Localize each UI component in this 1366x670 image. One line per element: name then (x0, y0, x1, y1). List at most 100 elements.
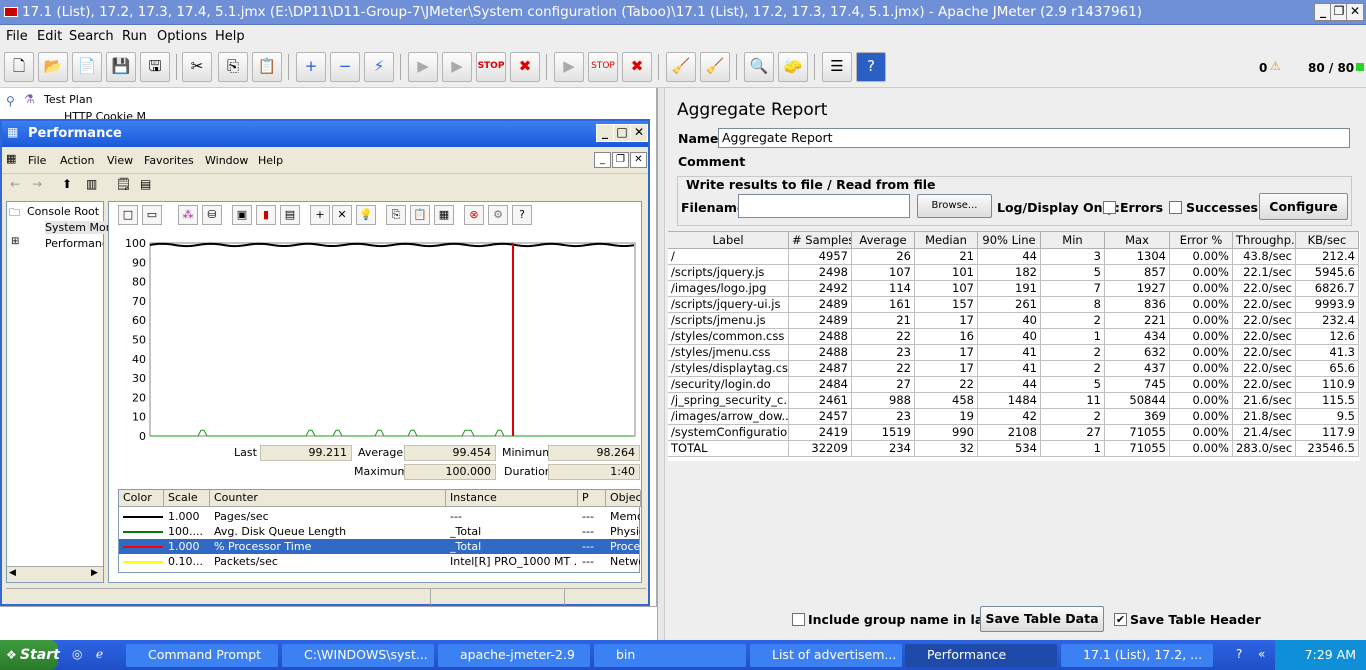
table-header-9[interactable]: KB/sec (1296, 231, 1359, 249)
tree-hscrollbar[interactable]: ◀ ▶ (7, 566, 103, 582)
scroll-right-icon[interactable]: ▶ (91, 568, 98, 578)
legend-row[interactable]: 1.000 % Processor Time _Total --- Processor (119, 539, 640, 554)
task-jmeter[interactable]: 17.1 (List), 17.2, ... (1061, 644, 1213, 667)
save-header-checkbox[interactable]: ✔ (1114, 613, 1127, 626)
legend-header-instance[interactable]: Instance (446, 490, 578, 507)
perf-minimize-button[interactable]: _ (596, 124, 614, 142)
view-histogram-icon[interactable]: ▮ (256, 205, 276, 225)
expand-icon[interactable]: + (296, 52, 326, 82)
name-input[interactable]: Aggregate Report (718, 128, 1350, 148)
perf-menu-window[interactable]: Window (205, 154, 248, 167)
cut-icon[interactable]: ✂ (182, 52, 212, 82)
add-counter-icon[interactable]: + (310, 205, 330, 225)
clear-icon[interactable]: 🧹 (666, 52, 696, 82)
search-icon[interactable]: 🔍 (744, 52, 774, 82)
perf-menu-file[interactable]: File (28, 154, 46, 167)
view-current-activity-icon[interactable]: ⁂ (178, 205, 198, 225)
chrome-quicklaunch-icon[interactable]: ◎ (72, 647, 82, 661)
copy-properties-icon[interactable]: ⎘ (386, 205, 406, 225)
properties-icon[interactable]: 🗒 (116, 177, 131, 191)
reset-search-icon[interactable]: 🧽 (778, 52, 808, 82)
paste-icon[interactable]: 📋 (252, 52, 282, 82)
perf-menu-action[interactable]: Action (60, 154, 94, 167)
perf-menu-help[interactable]: Help (258, 154, 283, 167)
legend-header-color[interactable]: Color (119, 490, 164, 507)
legend-row[interactable]: 1.000 Pages/sec --- --- Memory (119, 509, 640, 524)
menu-options[interactable]: Options (157, 29, 207, 44)
table-header-5[interactable]: Min (1041, 231, 1105, 249)
show-tree-icon[interactable]: ▥ (86, 177, 97, 191)
delete-counter-icon[interactable]: ✕ (332, 205, 352, 225)
child-restore-button[interactable]: ❐ (612, 152, 629, 168)
legend-header-counter[interactable]: Counter (210, 490, 446, 507)
save-icon[interactable]: 💾 (106, 52, 136, 82)
back-icon[interactable]: ← (10, 177, 20, 191)
tray-arrow-icon[interactable]: « (1258, 647, 1265, 661)
tree-console-root[interactable]: Console Root (27, 205, 99, 218)
include-group-checkbox[interactable] (792, 613, 805, 626)
task-performance[interactable]: Performance (905, 644, 1057, 667)
stop-icon[interactable]: STOP (476, 52, 506, 82)
shutdown-icon[interactable]: ✖ (510, 52, 540, 82)
open-recent-icon[interactable]: 📄 (72, 52, 102, 82)
start-no-pause-icon[interactable]: ▶ (442, 52, 472, 82)
open-icon[interactable]: 📂 (38, 52, 68, 82)
perf-close-button[interactable]: ✕ (630, 124, 648, 142)
table-header-4[interactable]: 90% Line (978, 231, 1041, 249)
table-header-0[interactable]: Label (668, 231, 789, 249)
toggle-icon[interactable]: ⚡ (364, 52, 394, 82)
table-header-2[interactable]: Average (852, 231, 915, 249)
menu-run[interactable]: Run (122, 29, 147, 44)
new-icon[interactable]: 🗋 (4, 52, 34, 82)
tree-system-monitor[interactable]: System Mon (45, 221, 113, 234)
table-header-3[interactable]: Median (915, 231, 978, 249)
freeze-display-icon[interactable]: ⊗ (464, 205, 484, 225)
remote-start-icon[interactable]: ▶ (554, 52, 584, 82)
tree-performance[interactable]: Performance (45, 237, 103, 250)
menu-help[interactable]: Help (215, 29, 245, 44)
perf-maximize-button[interactable]: □ (613, 124, 631, 142)
properties-icon[interactable]: ▦ (434, 205, 454, 225)
tree-expand-icon[interactable]: ⊞ (11, 236, 19, 247)
legend-header-scale[interactable]: Scale (164, 490, 210, 507)
up-folder-icon[interactable]: ⬆ (62, 177, 72, 191)
view-graph-icon[interactable]: ▣ (232, 205, 252, 225)
table-header-8[interactable]: Throughp... (1233, 231, 1296, 249)
perf-menu-view[interactable]: View (107, 154, 133, 167)
highlight-icon[interactable]: 💡 (356, 205, 376, 225)
legend-header-object[interactable]: Object (606, 490, 641, 507)
remote-shutdown-icon[interactable]: ✖ (622, 52, 652, 82)
perf-menu-favorites[interactable]: Favorites (144, 154, 194, 167)
forward-icon[interactable]: → (32, 177, 42, 191)
view-report-icon[interactable]: ▤ (280, 205, 300, 225)
task-bin[interactable]: bin (594, 644, 746, 667)
legend-header-p[interactable]: P (578, 490, 606, 507)
task-chrome[interactable]: List of advertisem... (750, 644, 902, 667)
task-windows-system[interactable]: C:\WINDOWS\syst... (282, 644, 434, 667)
clear-display-icon[interactable]: ▭ (142, 205, 162, 225)
close-button[interactable]: ✕ (1346, 3, 1364, 21)
view-log-icon[interactable]: ⛁ (202, 205, 222, 225)
ie-quicklaunch-icon[interactable]: ℯ (96, 647, 103, 661)
table-header-7[interactable]: Error % (1170, 231, 1233, 249)
tree-handle-icon[interactable]: ⚲ (6, 94, 15, 108)
task-command-prompt[interactable]: Command Prompt (126, 644, 278, 667)
menu-file[interactable]: File (6, 29, 28, 44)
child-close-button[interactable]: ✕ (630, 152, 647, 168)
sysmon-help-icon[interactable]: ? (512, 205, 532, 225)
legend-row[interactable]: 0.10... Packets/sec Intel[R] PRO_1000 MT .… (119, 554, 640, 569)
help-icon[interactable]: ? (856, 52, 886, 82)
table-header-6[interactable]: Max (1105, 231, 1170, 249)
paste-counter-icon[interactable]: 📋 (410, 205, 430, 225)
menu-search[interactable]: Search (69, 29, 114, 44)
remote-stop-icon[interactable]: STOP (588, 52, 618, 82)
clear-all-icon[interactable]: 🧹 (700, 52, 730, 82)
copy-icon[interactable]: ⎘ (218, 52, 248, 82)
child-minimize-button[interactable]: _ (594, 152, 611, 168)
tree-test-plan[interactable]: Test Plan (44, 93, 93, 106)
successes-checkbox[interactable] (1169, 201, 1182, 214)
collapse-icon[interactable]: − (330, 52, 360, 82)
warning-icon[interactable]: ⚠ (1270, 59, 1281, 73)
browse-button[interactable]: Browse... (917, 194, 992, 218)
split-divider[interactable] (657, 88, 665, 640)
